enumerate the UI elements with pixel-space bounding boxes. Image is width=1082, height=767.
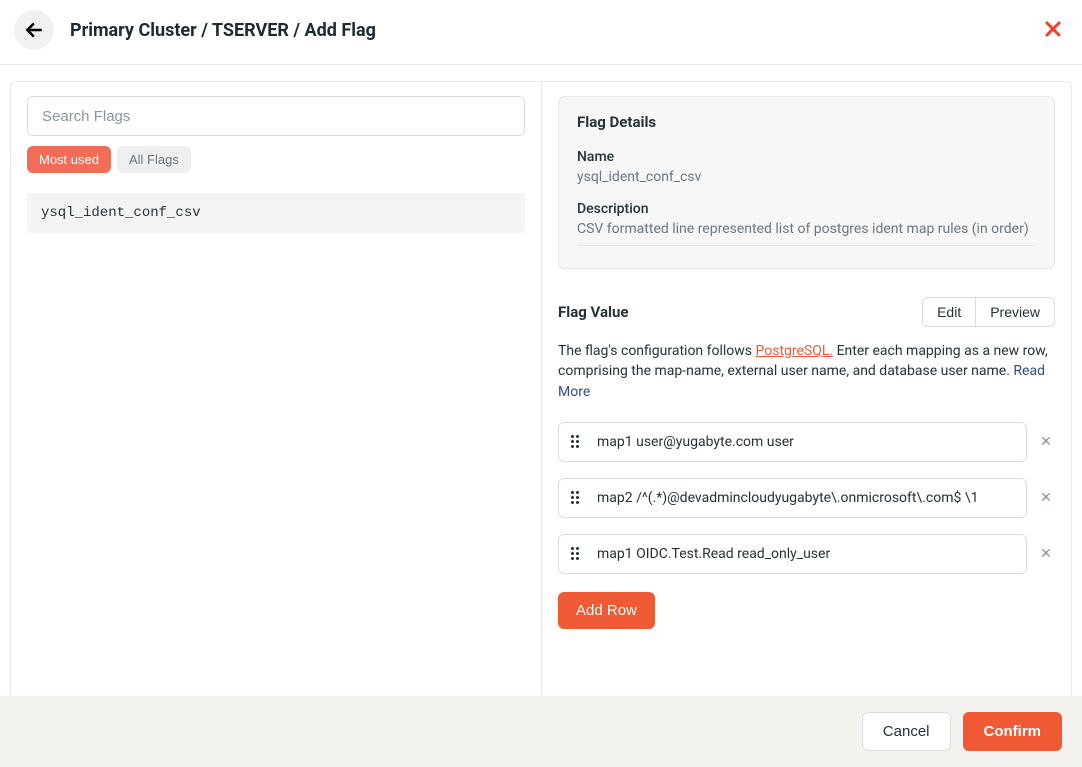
mapping-text: map1 OIDC.Test.Read read_only_user [597, 546, 1014, 562]
mapping-input[interactable]: map2 /^(.*)@devadmincloudyugabyte\.onmic… [558, 478, 1027, 518]
detail-desc-value: CSV formatted line represented list of p… [577, 221, 1036, 237]
tab-preview[interactable]: Preview [975, 298, 1054, 326]
mapping-text: map2 /^(.*)@devadmincloudyugabyte\.onmic… [597, 490, 1014, 506]
detail-name-value: ysql_ident_conf_csv [577, 169, 1036, 185]
arrow-left-icon [24, 20, 44, 40]
postgresql-link[interactable]: PostgreSQL. [756, 343, 834, 359]
confirm-button[interactable]: Confirm [963, 712, 1063, 751]
breadcrumb: Primary Cluster / TSERVER / Add Flag [70, 20, 376, 41]
back-button[interactable] [14, 10, 54, 50]
flag-detail-pane: Flag Details Name ysql_ident_conf_csv De… [542, 81, 1072, 696]
mapping-input[interactable]: map1 user@yugabyte.com user [558, 422, 1027, 462]
close-button[interactable] [1044, 18, 1062, 42]
header-left: Primary Cluster / TSERVER / Add Flag [14, 10, 376, 50]
mapping-row: map1 OIDC.Test.Read read_only_user ✕ [558, 534, 1055, 574]
main-content: Most used All Flags ysql_ident_conf_csv … [0, 65, 1082, 696]
flag-list: ysql_ident_conf_csv [27, 193, 525, 233]
flag-value-description: The flag's configuration follows Postgre… [558, 341, 1055, 402]
flag-value-title: Flag Value [558, 303, 629, 321]
mapping-row: map1 user@yugabyte.com user ✕ [558, 422, 1055, 462]
fv-desc-pre: The flag's configuration follows [558, 343, 756, 359]
flag-details-title: Flag Details [577, 113, 1036, 131]
flag-details-card: Flag Details Name ysql_ident_conf_csv De… [558, 96, 1055, 269]
flag-list-item[interactable]: ysql_ident_conf_csv [27, 193, 525, 233]
detail-desc-label: Description [577, 201, 1036, 217]
drag-handle-icon[interactable] [571, 491, 583, 504]
flag-selector-pane: Most used All Flags ysql_ident_conf_csv [10, 81, 542, 696]
tab-edit[interactable]: Edit [923, 298, 975, 326]
mapping-input[interactable]: map1 OIDC.Test.Read read_only_user [558, 534, 1027, 574]
detail-name-label: Name [577, 149, 1036, 165]
drag-handle-icon[interactable] [571, 435, 583, 448]
flag-value-header: Flag Value Edit Preview [558, 297, 1055, 327]
dialog-footer: Cancel Confirm [0, 696, 1082, 767]
mapping-rows: map1 user@yugabyte.com user ✕ map2 /^(.*… [558, 422, 1055, 574]
cancel-button[interactable]: Cancel [862, 712, 951, 751]
search-input[interactable] [27, 96, 525, 136]
mapping-row: map2 /^(.*)@devadmincloudyugabyte\.onmic… [558, 478, 1055, 518]
edit-preview-toggle: Edit Preview [922, 297, 1055, 327]
chip-all-flags[interactable]: All Flags [117, 146, 191, 173]
close-icon [1044, 20, 1062, 38]
delete-row-button[interactable]: ✕ [1037, 490, 1055, 506]
dialog-header: Primary Cluster / TSERVER / Add Flag [0, 0, 1082, 65]
details-divider [577, 245, 1036, 246]
mapping-text: map1 user@yugabyte.com user [597, 434, 1014, 450]
add-row-button[interactable]: Add Row [558, 592, 655, 629]
delete-row-button[interactable]: ✕ [1037, 546, 1055, 562]
filter-chips: Most used All Flags [27, 146, 525, 173]
x-icon: ✕ [1040, 434, 1052, 450]
drag-handle-icon[interactable] [571, 547, 583, 560]
delete-row-button[interactable]: ✕ [1037, 434, 1055, 450]
x-icon: ✕ [1040, 546, 1052, 562]
chip-most-used[interactable]: Most used [27, 146, 111, 173]
x-icon: ✕ [1040, 490, 1052, 506]
